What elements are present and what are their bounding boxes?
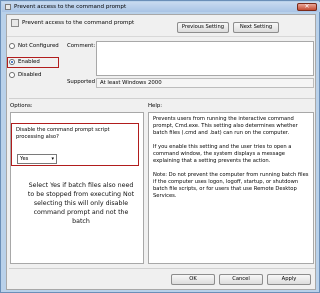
- header-row: Prevent access to the command prompt Pre…: [7, 15, 315, 37]
- dialog-client: Prevent access to the command prompt Pre…: [6, 14, 316, 290]
- comment-label: Comment:: [67, 43, 96, 49]
- help-pane: Prevents users from running the interact…: [148, 112, 314, 264]
- previous-setting-button[interactable]: Previous Setting: [177, 22, 229, 33]
- supported-on-value: At least Windows 2000: [96, 78, 314, 88]
- help-paragraph: If you enable this setting and the user …: [153, 144, 292, 164]
- radio-enabled[interactable]: Enabled: [9, 59, 40, 65]
- footer-divider: [9, 268, 315, 269]
- options-label: Options:: [10, 103, 33, 109]
- policy-title: Prevent access to the command prompt: [22, 20, 135, 26]
- close-button[interactable]: ✕: [297, 3, 317, 11]
- radio-disabled[interactable]: Disabled: [9, 72, 41, 78]
- chevron-down-icon[interactable]: ▾: [51, 155, 54, 163]
- window-title: Prevent access to the command prompt: [14, 4, 127, 10]
- setting-icon: [11, 19, 19, 27]
- radio-label: Enabled: [18, 59, 40, 65]
- apply-button[interactable]: Apply: [267, 274, 311, 285]
- policy-icon: [5, 4, 11, 10]
- help-paragraph: Prevents users from running the interact…: [153, 116, 298, 136]
- dialog-window: Prevent access to the command prompt ✕ P…: [0, 0, 320, 293]
- radio-circle[interactable]: [9, 43, 15, 49]
- radio-circle[interactable]: [9, 72, 15, 78]
- annotation-text: Select Yes if batch files also need to b…: [27, 182, 135, 225]
- divider: [9, 98, 315, 99]
- radio-label: Not Configured: [18, 43, 59, 49]
- help-paragraph: Note: Do not prevent the computer from r…: [153, 172, 309, 199]
- title-bar[interactable]: Prevent access to the command prompt ✕: [2, 2, 320, 12]
- radio-not-configured[interactable]: Not Configured: [9, 43, 59, 49]
- ok-button[interactable]: OK: [171, 274, 215, 285]
- help-label: Help:: [148, 103, 163, 109]
- radio-label: Disabled: [18, 72, 42, 78]
- help-text: Prevents users from running the interact…: [153, 116, 311, 207]
- radio-circle[interactable]: [9, 59, 15, 65]
- script-processing-select[interactable]: Yes ▾: [17, 154, 57, 164]
- options-pane: Disable the command prompt script proces…: [10, 112, 144, 264]
- cancel-button[interactable]: Cancel: [219, 274, 263, 285]
- option-question: Disable the command prompt script proces…: [16, 127, 110, 140]
- comment-field[interactable]: [96, 41, 314, 76]
- next-setting-button[interactable]: Next Setting: [233, 22, 279, 33]
- option-highlight: Disable the command prompt script proces…: [11, 123, 139, 166]
- select-value: Yes: [20, 156, 29, 162]
